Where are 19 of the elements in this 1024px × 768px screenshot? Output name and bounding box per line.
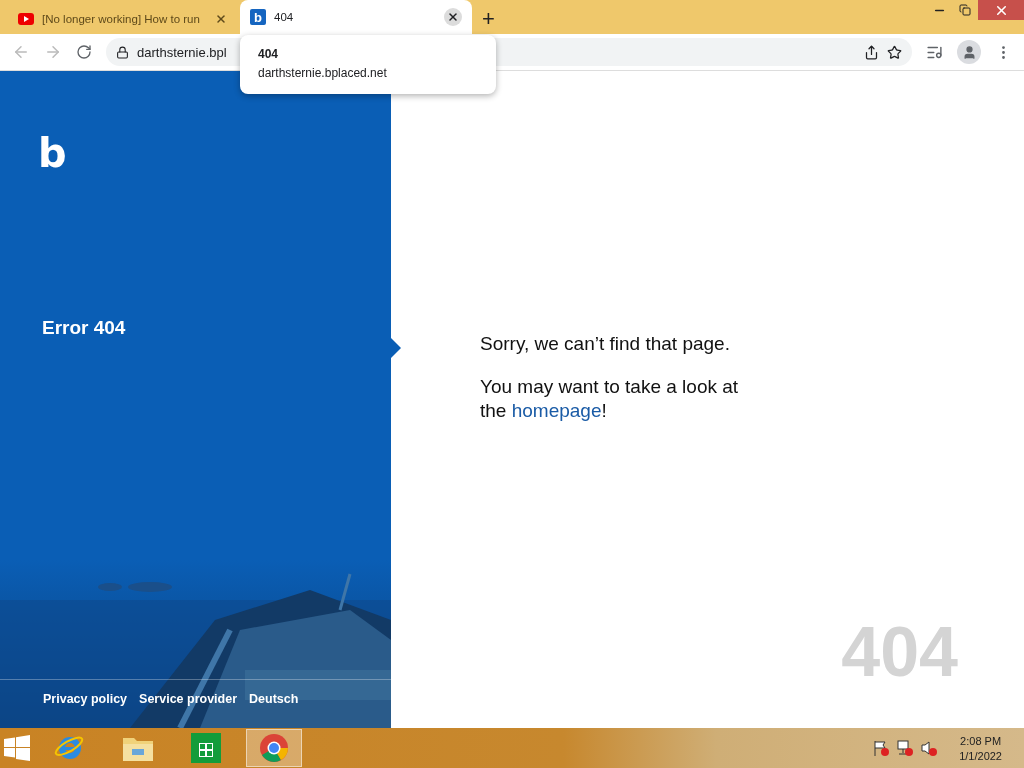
logo: b	[38, 133, 68, 173]
suggestion-text: You may want to take a look at the homepage!	[480, 375, 740, 423]
url-text: darthsternie.bpl	[137, 44, 227, 60]
homepage-link[interactable]: homepage	[511, 399, 602, 421]
new-tab-button[interactable]: +	[482, 8, 495, 30]
browser-tab[interactable]: b 404	[240, 0, 472, 34]
tab-title: [No longer working] How to run	[42, 13, 201, 25]
footer-link[interactable]: Service provider	[139, 692, 238, 706]
error-message: Sorry, we can’t find that page.	[480, 333, 731, 355]
clock-time: 2:08 PM	[960, 734, 1002, 747]
tooltip-title: 404	[258, 47, 280, 61]
browser-tab[interactable]: [No longer working] How to run	[8, 4, 240, 34]
error-heading: Error 404	[42, 317, 127, 339]
footer-link[interactable]: Deutsch	[249, 692, 299, 706]
footer-link[interactable]: Privacy policy	[43, 692, 128, 706]
clock-date: 1/1/2022	[959, 749, 1002, 762]
favicon: b	[250, 9, 266, 25]
tab-title: 404	[274, 11, 295, 23]
tooltip-url: darthsternie.bplaced.net	[258, 66, 388, 80]
